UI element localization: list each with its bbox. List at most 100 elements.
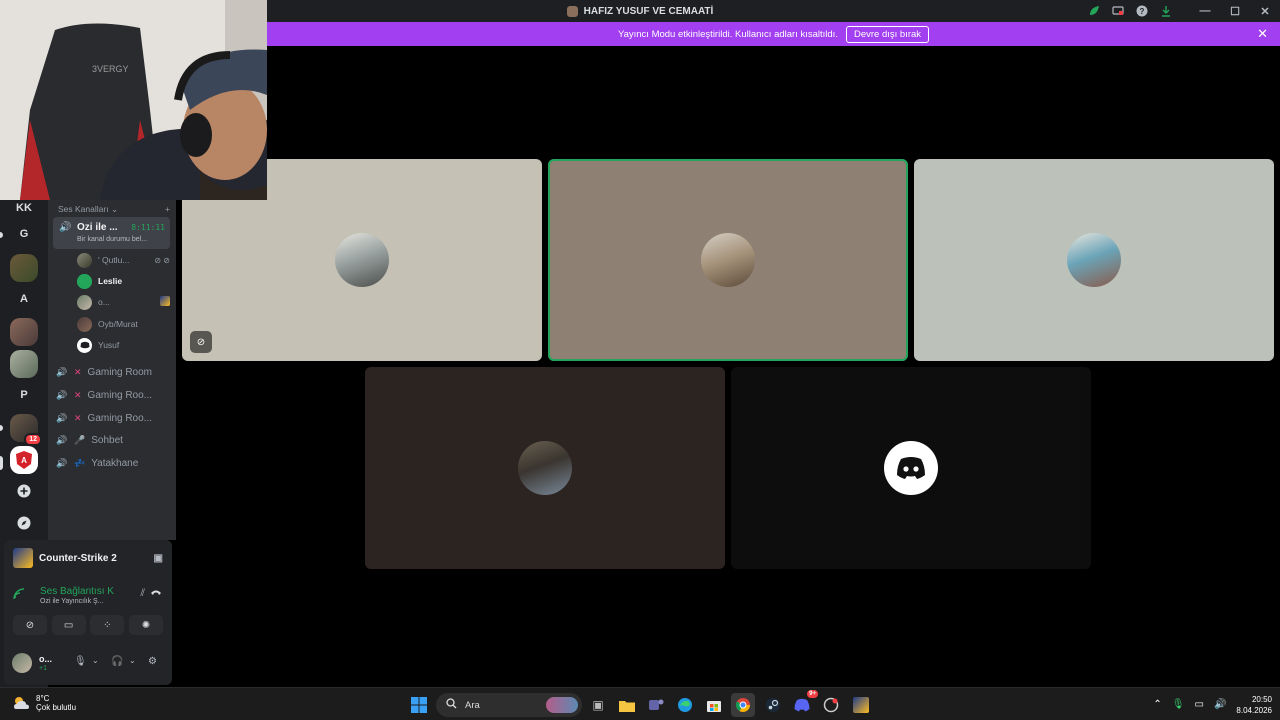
leaf-icon[interactable] bbox=[1082, 0, 1106, 22]
user-name[interactable]: o... bbox=[39, 654, 52, 664]
user-status: +1 bbox=[39, 665, 47, 672]
camera-off-icon: ⊘ bbox=[190, 331, 212, 353]
voice-channel[interactable]: 🔊 ✕ Gaming Room bbox=[56, 362, 170, 382]
teams-icon[interactable] bbox=[644, 693, 668, 717]
volume-icon[interactable]: 🔊 bbox=[1214, 699, 1226, 710]
taskbar-search[interactable]: Ara bbox=[436, 693, 582, 717]
steam-icon[interactable] bbox=[761, 693, 785, 717]
signal-icon[interactable] bbox=[13, 588, 25, 603]
speaker-icon: 🔊 bbox=[56, 457, 68, 468]
settings-gear-icon[interactable]: ⚙ bbox=[148, 656, 157, 667]
discover-icon[interactable] bbox=[10, 509, 38, 537]
video-tile[interactable] bbox=[365, 367, 725, 569]
app-icon[interactable] bbox=[819, 693, 843, 717]
avatar bbox=[701, 233, 755, 287]
disable-streamer-mode-button[interactable]: Devre dışı bırak bbox=[845, 25, 930, 43]
weather-widget[interactable]: 8°C Çok bulutlu bbox=[12, 694, 76, 712]
voice-user[interactable]: Leslie bbox=[77, 272, 170, 290]
add-server-icon[interactable] bbox=[10, 477, 38, 505]
file-explorer-icon[interactable] bbox=[615, 693, 639, 717]
microphone-emoji-icon: 🎤 bbox=[74, 434, 86, 445]
channel-name: Sohbet bbox=[91, 434, 123, 446]
disconnect-icon[interactable] bbox=[150, 588, 162, 599]
store-icon[interactable] bbox=[702, 693, 726, 717]
avatar[interactable] bbox=[12, 653, 32, 673]
voice-channel[interactable]: 🔊 🎤 Sohbet bbox=[56, 430, 170, 450]
video-tile[interactable] bbox=[914, 159, 1274, 361]
channel-name: Ozi ile ... bbox=[77, 222, 118, 233]
chrome-icon[interactable] bbox=[731, 693, 755, 717]
channel-sidebar: Ses Kanalları ⌄ + 🔊 Ozi ile ... 8:11:11 … bbox=[48, 200, 176, 540]
voice-user[interactable]: ' Qutlu... ⊘ ⊘ bbox=[77, 251, 170, 269]
server-a[interactable]: A bbox=[10, 285, 38, 313]
share-screen-icon[interactable]: ▣ bbox=[154, 553, 163, 564]
clock[interactable]: 20:50 8.04.2026 bbox=[1236, 694, 1272, 716]
banner-close-icon[interactable]: ✕ bbox=[1257, 26, 1268, 42]
help-icon[interactable]: ? bbox=[1130, 0, 1154, 22]
active-voice-channel[interactable]: 🔊 Ozi ile ... 8:11:11 Bir kanal durumu b… bbox=[53, 217, 170, 249]
camera-off-button[interactable]: ⊘ bbox=[13, 615, 47, 635]
soundboard-button[interactable]: ✺ bbox=[128, 615, 163, 635]
unread-pill bbox=[0, 425, 3, 431]
noise-suppression-icon[interactable]: ⫽ bbox=[141, 588, 145, 599]
chevron-up-icon[interactable]: ⌃ bbox=[1153, 699, 1161, 710]
svg-text:?: ? bbox=[1140, 7, 1145, 16]
window-title: HAFIZ YUSUF VE CEMAATİ bbox=[583, 5, 714, 17]
discord-taskbar-icon[interactable]: 9+ bbox=[790, 690, 818, 717]
counter-strike-icon bbox=[13, 548, 33, 568]
webcam-overlay: 3VERGY bbox=[0, 0, 267, 200]
close-icon[interactable]: ✕ bbox=[1250, 0, 1280, 22]
maximize-icon[interactable]: ☐ bbox=[1220, 0, 1250, 22]
headphones-icon[interactable]: 🎧 bbox=[111, 656, 123, 667]
video-tile-speaking[interactable] bbox=[548, 159, 908, 361]
server-current[interactable]: A bbox=[10, 446, 38, 474]
server-g[interactable]: G bbox=[10, 220, 38, 248]
game-activity[interactable]: Counter-Strike 2 ▣ bbox=[13, 548, 163, 568]
voice-user[interactable]: Oyb/Murat bbox=[77, 315, 170, 333]
channel-name: Yatakhane bbox=[91, 457, 139, 469]
microphone-icon[interactable]: 🎙 bbox=[74, 656, 87, 667]
add-channel-icon[interactable]: + bbox=[165, 204, 170, 215]
game-icon bbox=[160, 296, 170, 308]
counter-strike-taskbar-icon[interactable] bbox=[849, 693, 873, 717]
channel-status: Bir kanal durumu bel... bbox=[77, 236, 148, 243]
user-panel: Counter-Strike 2 ▣ Ses Bağlantısı K Ozi … bbox=[4, 540, 172, 685]
connection-status[interactable]: Ses Bağlantısı K bbox=[40, 586, 114, 597]
voice-channel[interactable]: 🔊 ✕ Gaming Roo... bbox=[56, 385, 170, 405]
server-p[interactable]: P bbox=[10, 381, 38, 409]
server-avatar-2[interactable] bbox=[10, 318, 38, 346]
voice-user[interactable]: Yusuf bbox=[77, 336, 170, 354]
category-label: Ses Kanalları bbox=[58, 204, 109, 214]
edge-icon[interactable] bbox=[673, 693, 697, 717]
voice-channel[interactable]: 🔊 ✕ Gaming Roo... bbox=[56, 408, 170, 428]
activities-button[interactable]: ⁘ bbox=[90, 615, 125, 635]
search-placeholder: Ara bbox=[465, 699, 480, 711]
temperature: 8°C bbox=[36, 694, 50, 703]
sleep-emoji-icon: 💤 bbox=[74, 457, 86, 468]
microphone-tray-icon[interactable]: 🎙 bbox=[1172, 699, 1185, 710]
connection-channel[interactable]: Ozi ile Yayıncılık Ş... bbox=[40, 598, 104, 605]
task-view-icon[interactable]: ▣ bbox=[586, 693, 610, 717]
network-icon[interactable]: ▭ bbox=[1195, 699, 1204, 710]
speaker-icon: 🔊 bbox=[56, 434, 68, 445]
voice-category-header[interactable]: Ses Kanalları ⌄ + bbox=[58, 204, 170, 215]
server-avatar-4[interactable]: 12 bbox=[10, 414, 42, 446]
server-avatar-1[interactable] bbox=[10, 254, 38, 282]
screen-share-button[interactable]: ▭ bbox=[51, 615, 86, 635]
windows-start-icon[interactable] bbox=[407, 693, 431, 717]
chevron-down-icon[interactable]: ⌄ bbox=[129, 656, 136, 665]
chevron-down-icon[interactable]: ⌄ bbox=[92, 656, 99, 665]
minimize-icon[interactable]: — bbox=[1190, 0, 1220, 22]
discord-logo-icon bbox=[884, 441, 938, 495]
user-name: Yusuf bbox=[98, 340, 120, 350]
user-name: ' Qutlu... bbox=[98, 255, 130, 265]
download-icon[interactable] bbox=[1154, 0, 1178, 22]
voice-channel[interactable]: 🔊 💤 Yatakhane bbox=[56, 453, 170, 473]
call-timer: 8:11:11 bbox=[131, 223, 165, 232]
channel-name: Gaming Roo... bbox=[87, 412, 153, 424]
video-tile[interactable] bbox=[731, 367, 1091, 569]
server-avatar-3[interactable] bbox=[10, 350, 38, 378]
streamer-mode-banner: Yayıncı Modu etkinleştirildi. Kullanıcı … bbox=[267, 22, 1280, 46]
voice-user[interactable]: o... bbox=[77, 293, 170, 311]
screen-icon[interactable] bbox=[1106, 0, 1130, 22]
